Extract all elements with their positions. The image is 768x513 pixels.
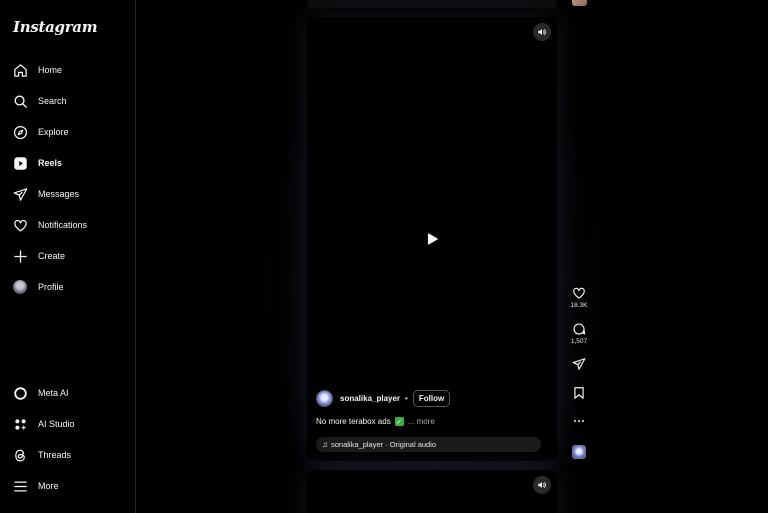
comment-icon xyxy=(573,323,586,335)
sidebar-item-notifications[interactable]: Notifications xyxy=(8,212,128,238)
check-emoji: ✓ xyxy=(394,417,404,426)
comment-count: 1,507 xyxy=(570,338,588,345)
search-icon xyxy=(12,93,28,109)
sidebar-item-home[interactable]: Home xyxy=(8,57,128,83)
sidebar-item-more[interactable]: More xyxy=(8,473,128,499)
threads-icon xyxy=(12,447,28,463)
reels-icon xyxy=(12,155,28,171)
sidebar-item-label: Messages xyxy=(38,189,80,199)
sidebar-item-label: Explore xyxy=(38,127,69,137)
sidebar-item-meta-ai[interactable]: Meta AI xyxy=(8,380,128,406)
more-icon xyxy=(573,420,585,422)
speaker-icon xyxy=(538,29,546,35)
caption-more-link[interactable]: ... more xyxy=(408,417,435,426)
sidebar-item-label: Meta AI xyxy=(38,388,69,398)
author-username[interactable]: sonalika_player xyxy=(340,394,400,403)
sidebar-item-label: More xyxy=(38,481,59,491)
share-button[interactable] xyxy=(565,357,593,371)
audio-label: sonalika_player · Original audio xyxy=(331,440,437,449)
author-avatar[interactable] xyxy=(316,390,333,407)
sidebar-item-ai-studio[interactable]: AI Studio xyxy=(8,411,128,437)
sidebar-item-reels[interactable]: Reels xyxy=(8,150,128,176)
sidebar-item-create[interactable]: Create xyxy=(8,243,128,269)
previous-audio-thumbnail[interactable] xyxy=(572,0,587,6)
sidebar-item-threads[interactable]: Threads xyxy=(8,442,128,468)
sidebar-item-label: Profile xyxy=(38,282,64,292)
compass-icon xyxy=(12,124,28,140)
heart-icon xyxy=(12,217,28,233)
reel-author-row: sonalika_player • Follow xyxy=(316,390,451,407)
caption-text: No more terabox ads xyxy=(316,417,391,426)
audio-thumbnail[interactable] xyxy=(565,445,593,459)
sidebar-item-label: Home xyxy=(38,65,63,75)
mute-button[interactable] xyxy=(533,476,551,494)
sidebar-item-messages[interactable]: Messages xyxy=(8,181,128,207)
like-button[interactable]: 18.3K xyxy=(565,286,593,309)
save-button[interactable] xyxy=(565,386,593,400)
audio-cover-image xyxy=(572,445,586,459)
plus-icon xyxy=(12,248,28,264)
previous-reel[interactable] xyxy=(307,0,557,8)
more-options-button[interactable] xyxy=(565,414,593,428)
mute-button[interactable] xyxy=(533,23,551,41)
comment-button[interactable]: 1,507 xyxy=(565,322,593,345)
sidebar-item-profile[interactable]: Profile xyxy=(8,274,128,300)
send-icon xyxy=(12,186,28,202)
separator-dot: • xyxy=(405,394,408,403)
sidebar-item-label: Create xyxy=(38,251,66,261)
meta-ai-icon xyxy=(12,385,28,401)
sidebar-item-label: Reels xyxy=(38,158,63,168)
home-icon xyxy=(12,62,28,78)
menu-icon xyxy=(12,478,28,494)
sidebar-item-label: Notifications xyxy=(38,220,88,230)
music-note-icon: ♫ xyxy=(322,440,328,449)
play-icon[interactable] xyxy=(425,232,439,246)
instagram-logo[interactable]: Instagram xyxy=(13,18,98,36)
follow-button[interactable]: Follow xyxy=(412,390,451,407)
speaker-icon xyxy=(538,482,546,488)
sidebar-item-label: Search xyxy=(38,96,67,106)
reel-caption: No more terabox ads ✓ ... more xyxy=(316,417,435,426)
bookmark-icon xyxy=(574,387,584,399)
sidebar: Instagram Home Search Explore Reels Mess… xyxy=(0,0,136,513)
sidebar-item-explore[interactable]: Explore xyxy=(8,119,128,145)
like-count: 18.3K xyxy=(570,302,588,309)
avatar xyxy=(12,279,28,295)
ai-studio-icon xyxy=(12,416,28,432)
next-reel[interactable] xyxy=(307,470,557,513)
audio-pill[interactable]: ♫ sonalika_player · Original audio xyxy=(316,437,541,452)
send-icon xyxy=(572,358,586,370)
sidebar-item-label: AI Studio xyxy=(38,419,75,429)
sidebar-item-label: Threads xyxy=(38,450,72,460)
heart-icon xyxy=(573,287,585,299)
reel-video[interactable]: sonalika_player • Follow No more terabox… xyxy=(307,17,557,461)
sidebar-item-search[interactable]: Search xyxy=(8,88,128,114)
